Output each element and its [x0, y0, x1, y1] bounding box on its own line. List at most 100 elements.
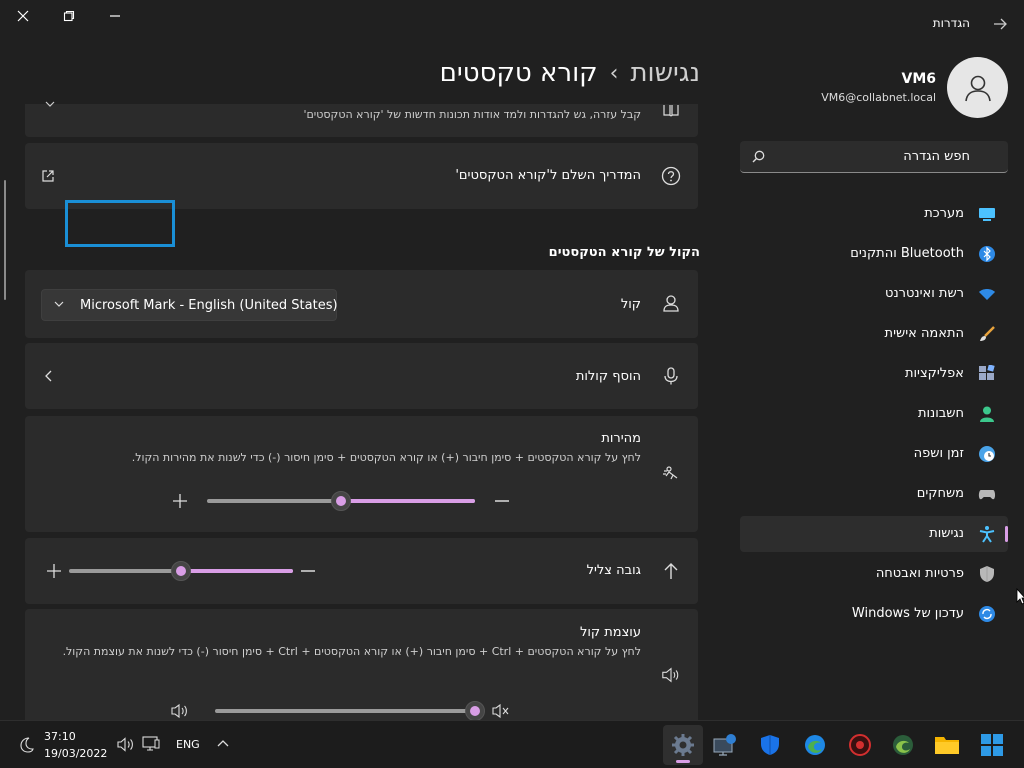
taskbar-file-explorer[interactable]	[927, 725, 967, 765]
taskbar-remote-desktop[interactable]	[705, 725, 745, 765]
voice-dropdown[interactable]: Microsoft Mark - English (United States)	[41, 289, 338, 321]
windows-logo-icon	[981, 734, 1003, 756]
book-icon	[663, 105, 679, 117]
red-app-icon	[849, 734, 871, 756]
volume-card: עוצמת קול לחץ על קורא הטקסטים + Ctrl + ס…	[25, 609, 698, 721]
search-input[interactable]: חפש הגדרה	[740, 141, 1008, 173]
sidebar-item-label: חשבונות	[917, 406, 964, 421]
person-voice-icon	[663, 295, 679, 312]
sidebar-item-accessibility[interactable]: נגישות	[740, 516, 1008, 552]
sidebar-item-wifi[interactable]: רשת ואינטרנט	[740, 276, 1008, 312]
content-scrollbar[interactable]	[4, 180, 6, 300]
clock-globe-icon	[978, 445, 996, 463]
sidebar-item-label: עדכון של Windows	[851, 606, 964, 621]
close-window-button[interactable]	[0, 0, 46, 32]
user-icon	[964, 75, 991, 101]
sidebar-item-label: פרטיות ואבטחה	[875, 566, 964, 581]
pitch-slider-thumb[interactable]	[171, 561, 191, 581]
speed-decrease-button[interactable]	[495, 500, 509, 502]
voice-title: קול	[620, 297, 641, 312]
taskbar-defender[interactable]	[750, 725, 790, 765]
open-external-icon	[42, 170, 54, 182]
voice-dropdown-value: Microsoft Mark - English (United States)	[80, 298, 338, 313]
pitch-decrease-button[interactable]	[301, 570, 315, 572]
pitch-slider-fill	[181, 569, 293, 573]
speed-card: מהירות לחץ על קורא הטקסטים + סימן חיבור …	[25, 416, 698, 532]
taskbar-start[interactable]	[972, 725, 1012, 765]
taskbar-red-app[interactable]	[840, 725, 880, 765]
sidebar-item-system[interactable]: מערכת	[740, 196, 1008, 232]
taskbar-edge-dev[interactable]	[883, 725, 923, 765]
pitch-card: גובה צליל	[25, 538, 698, 604]
speed-slider-thumb[interactable]	[331, 491, 351, 511]
mouse-cursor-icon	[1016, 588, 1024, 605]
app-title: הגדרות	[932, 16, 970, 30]
chevron-left-icon	[45, 370, 52, 382]
sidebar-item-apps[interactable]: אפליקציות	[740, 356, 1008, 392]
sidebar-item-gamepad[interactable]: משחקים	[740, 476, 1008, 512]
speaker-loud-icon[interactable]	[171, 703, 189, 719]
account-icon	[978, 405, 996, 423]
sidebar-item-account[interactable]: חשבונות	[740, 396, 1008, 432]
pitch-increase-button[interactable]	[47, 564, 61, 578]
taskbar-edge[interactable]	[795, 725, 835, 765]
sidebar-item-label: משחקים	[916, 486, 964, 501]
sidebar-item-shield[interactable]: פרטיות ואבטחה	[740, 556, 1008, 592]
mute-icon[interactable]	[492, 703, 510, 719]
clock-date[interactable]: 19/03/2022	[44, 747, 107, 760]
user-name: VM6	[901, 71, 936, 87]
edge-dev-icon	[893, 735, 913, 755]
sidebar-item-label: זמן ושפה	[913, 446, 964, 461]
network-tray-icon[interactable]	[142, 736, 160, 752]
moon-icon[interactable]	[20, 737, 34, 753]
sidebar-item-label: נגישות	[929, 526, 964, 541]
remote-desktop-icon	[713, 734, 736, 756]
add-voices-card[interactable]: הוסף קולות	[25, 343, 698, 409]
add-voices-title: הוסף קולות	[575, 369, 641, 384]
speed-icon	[663, 466, 678, 480]
search-placeholder: חפש הגדרה	[903, 149, 970, 164]
minimize-icon	[110, 15, 120, 17]
settings-gear-icon	[672, 734, 694, 756]
section-title: הקול של קורא הטקסטים	[548, 245, 700, 260]
active-indicator	[1005, 526, 1008, 542]
focus-highlight	[65, 200, 175, 247]
breadcrumb-separator: ›	[609, 60, 619, 86]
sidebar-item-label: התאמה אישית	[884, 326, 964, 341]
avatar[interactable]	[947, 57, 1008, 118]
chevron-up-tray-icon[interactable]	[217, 739, 229, 747]
back-button[interactable]	[988, 12, 1012, 36]
clock-time[interactable]: 37:10	[44, 730, 76, 743]
sidebar-item-bluetooth[interactable]: Bluetooth והתקנים	[740, 236, 1008, 272]
taskbar-settings[interactable]	[663, 725, 703, 765]
gamepad-icon	[978, 485, 996, 503]
volume-slider[interactable]	[215, 709, 475, 713]
chevron-up-icon	[45, 101, 55, 107]
edge-icon	[805, 735, 825, 755]
restore-icon	[63, 10, 75, 22]
volume-slider-thumb[interactable]	[465, 701, 485, 721]
close-icon	[17, 10, 29, 22]
update-icon	[978, 605, 996, 623]
speed-increase-button[interactable]	[173, 494, 187, 508]
arrow-up-icon	[664, 563, 678, 579]
breadcrumb: נגישות › קורא טקסטים	[440, 58, 700, 88]
speaker-icon	[662, 667, 679, 683]
pitch-title: גובה צליל	[586, 563, 641, 578]
volume-tray-icon[interactable]	[117, 737, 135, 752]
help-card[interactable]: קבל עזרה, גש להגדרות ולמד אודות תכונות ח…	[25, 101, 698, 137]
speed-title: מהירות	[601, 431, 641, 446]
microphone-icon	[664, 367, 678, 385]
restore-window-button[interactable]	[46, 0, 92, 32]
page-title: קורא טקסטים	[439, 58, 598, 88]
sidebar-item-clock-globe[interactable]: זמן ושפה	[740, 436, 1008, 472]
bluetooth-icon	[978, 245, 996, 263]
sidebar-item-brush[interactable]: התאמה אישית	[740, 316, 1008, 352]
minimize-window-button[interactable]	[92, 0, 138, 32]
language-indicator[interactable]: ENG	[176, 738, 200, 751]
guide-card-title: המדריך השלם ל'קורא הטקסטים'	[455, 168, 641, 183]
taskbar-active-indicator	[676, 760, 690, 763]
sidebar-item-update[interactable]: עדכון של Windows	[740, 596, 1008, 632]
help-circle-icon	[661, 166, 681, 186]
breadcrumb-parent[interactable]: נגישות	[630, 58, 700, 88]
